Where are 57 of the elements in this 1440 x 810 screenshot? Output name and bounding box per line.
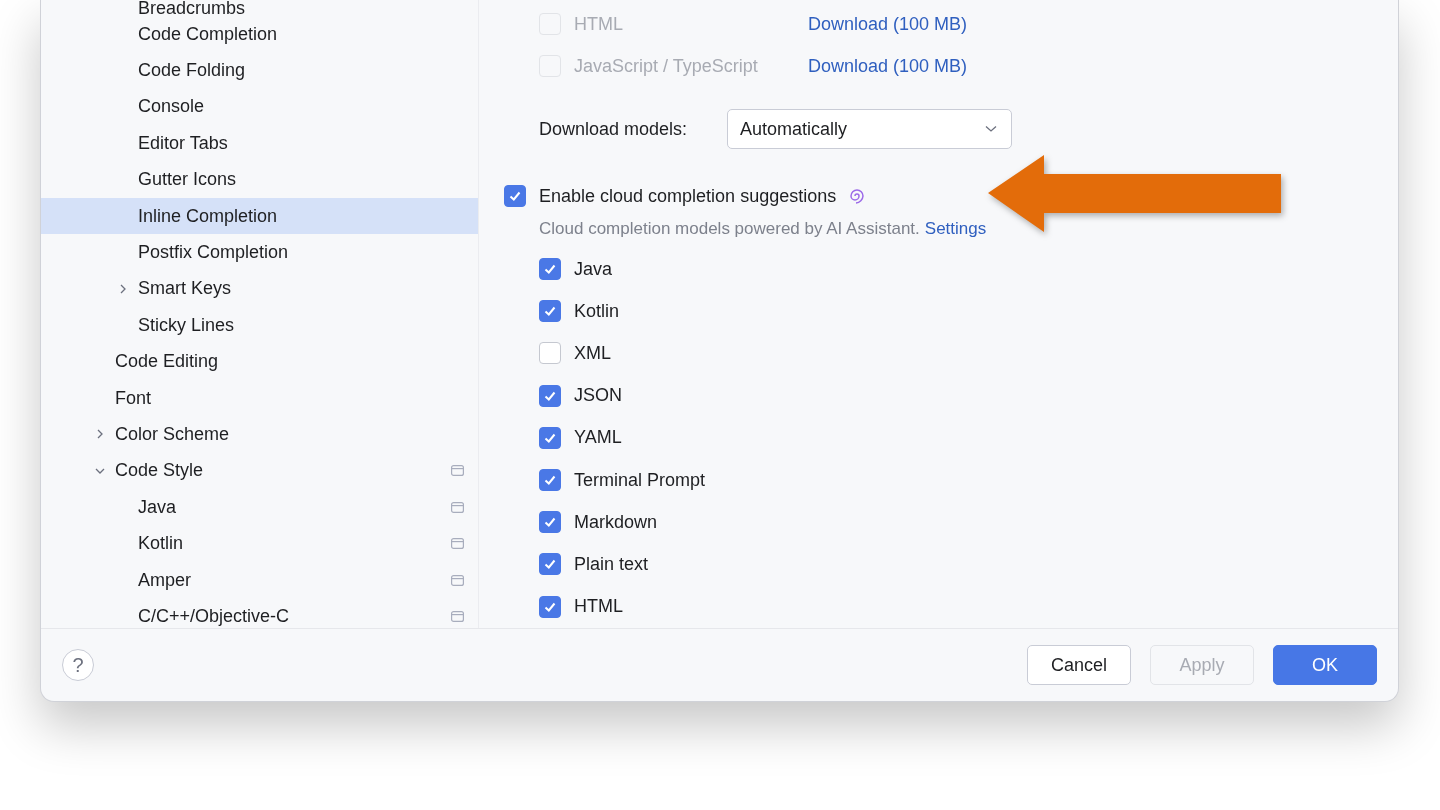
checkbox[interactable] [539,384,561,407]
chevron-right-icon[interactable] [95,429,105,440]
checkbox-label: HTML [574,596,623,618]
download-models-dropdown[interactable]: Automatically [727,109,1012,149]
tree-item[interactable]: Gutter Icons [41,161,478,198]
checkbox-label: XML [574,342,611,364]
checkbox-label: Java [574,258,613,280]
tree-item[interactable]: Java [41,489,478,526]
hint-text: Cloud completion models powered by AI Assistant. [539,219,920,239]
checkbox-label: Kotlin [574,300,620,322]
chevron-down-icon [985,125,997,133]
dialog-button[interactable]: Cancel [1027,645,1131,685]
dialog-button[interactable]: OK [1273,645,1377,685]
check-icon [543,473,557,488]
checkbox[interactable] [539,258,561,281]
checkbox-label: JavaScript / TypeScript [574,55,759,77]
download-models-label: Download models: [539,118,689,140]
tree-item[interactable]: Editor Tabs [41,125,478,162]
check-icon [508,189,522,203]
tree-item[interactable]: Amper [41,561,478,599]
spiral-icon [848,187,867,205]
checkbox-label: Plain text [574,553,649,575]
settings-link[interactable]: Settings [924,219,987,239]
tree-item[interactable]: Breadcrumbs [41,0,478,16]
tree-item[interactable]: Code Completion [41,16,478,53]
check-icon [543,557,557,572]
checkbox[interactable] [539,469,561,492]
help-button[interactable]: ? [62,649,94,681]
checkbox[interactable] [539,553,561,576]
checkbox[interactable] [539,426,561,449]
tree-item[interactable]: Sticky Lines [41,307,478,344]
tree-item[interactable]: Inline Completion [41,197,478,235]
tree-item[interactable]: Postfix Completion [41,234,478,271]
chevron-right-icon[interactable] [118,283,128,294]
checkbox-label: HTML [574,13,624,35]
tree-item[interactable]: Font [41,379,478,417]
checkbox[interactable] [539,342,561,365]
check-icon [543,262,557,277]
checkbox-label: Markdown [574,511,658,533]
checkbox-label: JSON [574,385,622,407]
tree-item[interactable]: Color Scheme [41,416,478,453]
check-icon [543,304,557,319]
check-icon [543,515,557,530]
checkbox-label: YAML [574,427,622,449]
tree-item[interactable]: Code Editing [41,343,478,380]
checkbox[interactable] [539,595,561,618]
tree-item[interactable]: Code Folding [41,52,478,89]
checkbox[interactable] [539,511,561,534]
checkbox[interactable] [504,185,526,207]
checkbox-label: Terminal Prompt [574,469,706,491]
tree-item[interactable]: C/C++/Objective-C [41,598,478,628]
checkbox-label: Enable cloud completion suggestions [539,185,837,207]
tree-item[interactable]: Smart Keys [41,270,478,308]
tree-item[interactable]: Console [41,88,478,126]
checkbox[interactable] [539,300,561,323]
tree-item[interactable]: Code Style [41,452,478,490]
tree-item[interactable]: Kotlin [41,525,478,562]
